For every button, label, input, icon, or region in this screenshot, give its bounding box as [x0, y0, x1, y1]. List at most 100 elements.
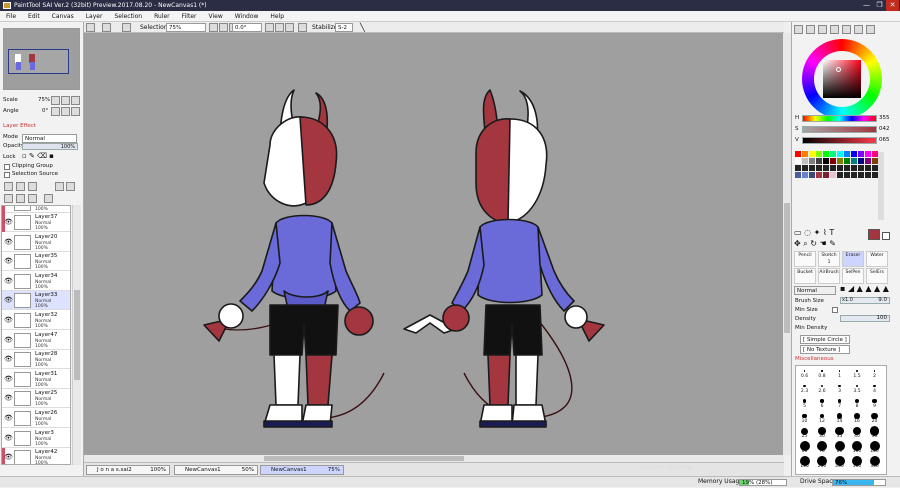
brush-size-preset[interactable]: 3.5: [849, 381, 866, 394]
color-swatch[interactable]: [858, 172, 864, 178]
eye-icon[interactable]: 👁: [4, 316, 13, 324]
brush-size-preset[interactable]: 8: [849, 396, 866, 409]
color-swatch[interactable]: [837, 151, 843, 157]
brush-size-preset[interactable]: 5: [796, 396, 813, 409]
color-swatch[interactable]: [795, 165, 801, 171]
hsv-tab-icon[interactable]: [818, 25, 827, 34]
layer-row[interactable]: 👁 Layer25 Normal 100%: [2, 389, 70, 409]
color-swatch[interactable]: [844, 172, 850, 178]
color-swatch[interactable]: [844, 151, 850, 157]
brush-texture-select[interactable]: [ No Texture ]: [800, 345, 850, 354]
eye-icon[interactable]: 👁: [4, 375, 13, 383]
text-icon[interactable]: T: [829, 228, 834, 237]
color-swatch[interactable]: [830, 151, 836, 157]
color-swatch[interactable]: [802, 165, 808, 171]
primary-color-swatch[interactable]: [868, 229, 880, 240]
layer-row[interactable]: 👁 Layer32 Normal 100%: [2, 311, 70, 330]
angle-reset-button[interactable]: [71, 107, 80, 116]
brush-size-preset[interactable]: 35: [831, 426, 848, 439]
color-swatch[interactable]: [802, 172, 808, 178]
color-swatch[interactable]: [795, 172, 801, 178]
clear-layer-button[interactable]: [28, 194, 37, 203]
zoom-select[interactable]: 75%: [166, 23, 206, 32]
canvas-area[interactable]: [84, 33, 784, 455]
brush-size-preset[interactable]: 50: [866, 426, 883, 439]
layer-row[interactable]: 👁 Layer47 Normal 100%: [2, 330, 70, 350]
secondary-color-swatch[interactable]: [882, 232, 890, 240]
menu-canvas[interactable]: Canvas: [46, 11, 80, 21]
miscellaneous-header[interactable]: Miscellaneous: [795, 356, 834, 362]
brush-size-preset[interactable]: 12: [814, 411, 831, 424]
menu-selection[interactable]: Selection: [108, 11, 148, 21]
magic-wand-icon[interactable]: ✦: [814, 228, 821, 237]
menu-view[interactable]: View: [202, 11, 228, 21]
density-slider[interactable]: 100: [840, 315, 890, 322]
brush-size-preset[interactable]: 7: [831, 396, 848, 409]
color-swatch[interactable]: [844, 158, 850, 164]
eye-icon[interactable]: 👁: [4, 218, 13, 226]
delete-layer-button[interactable]: [44, 194, 53, 203]
eye-icon[interactable]: 👁: [4, 238, 13, 246]
eye-icon[interactable]: 👁: [4, 296, 13, 304]
brush-size-preset[interactable]: 120: [866, 441, 883, 454]
sv-picker-handle[interactable]: [836, 67, 841, 72]
eye-icon[interactable]: 👁: [4, 257, 13, 265]
layer-row[interactable]: 👁 Layer31 Normal 100%: [2, 369, 70, 389]
eye-icon[interactable]: 👁: [4, 434, 13, 442]
minimize-button[interactable]: —: [860, 0, 873, 11]
eye-icon[interactable]: 👁: [4, 453, 13, 461]
tool-selers[interactable]: SelErs: [866, 268, 888, 284]
color-swatch[interactable]: [795, 158, 801, 164]
color-swatch[interactable]: [858, 165, 864, 171]
color-swatch[interactable]: [837, 165, 843, 171]
scale-fit-button[interactable]: [71, 96, 80, 105]
selection-source-checkbox[interactable]: [4, 172, 10, 178]
brush-size-preset[interactable]: 3: [831, 381, 848, 394]
layer-row[interactable]: 👁 Layer20 Normal 100%: [2, 232, 70, 252]
document-tab[interactable]: NewCanvas1 75%: [260, 465, 344, 475]
pen-icon[interactable]: ╲: [360, 22, 365, 33]
brush-size-preset[interactable]: 200: [814, 456, 831, 469]
picker-icon[interactable]: ✎: [829, 239, 836, 248]
new-vector-layer-button[interactable]: [16, 182, 25, 191]
brush-size-preset[interactable]: 70: [814, 441, 831, 454]
lasso-icon[interactable]: ◌: [804, 228, 811, 237]
layer-row[interactable]: 👁 Layer42 Normal 100%: [2, 448, 70, 464]
canvas-menu-icon[interactable]: [86, 23, 95, 32]
brush-size-slider[interactable]: x1.0 9.0: [840, 297, 890, 304]
brush-size-preset[interactable]: 1.5: [849, 366, 866, 379]
rotation-select[interactable]: 0.0°: [232, 23, 262, 32]
color-swatch[interactable]: [823, 172, 829, 178]
layer-move-down-button[interactable]: [66, 182, 75, 191]
value-slider[interactable]: [802, 137, 877, 144]
brush-size-preset[interactable]: 4: [866, 381, 883, 394]
layer-row[interactable]: 👁 Layer35 Normal 100%: [2, 252, 70, 272]
blend-mode-select[interactable]: Normal: [22, 134, 77, 143]
color-swatch[interactable]: [865, 165, 871, 171]
tool-selpen[interactable]: SelPen: [842, 268, 864, 284]
brush-size-preset[interactable]: 20: [866, 411, 883, 424]
hue-slider[interactable]: [802, 115, 877, 122]
color-swatch[interactable]: [830, 158, 836, 164]
color-swatch[interactable]: [858, 158, 864, 164]
brush-size-preset[interactable]: 6: [814, 396, 831, 409]
eye-icon[interactable]: 👁: [4, 394, 13, 402]
brush-size-preset[interactable]: 1: [831, 366, 848, 379]
layer-effect-header[interactable]: Layer Effect: [3, 123, 36, 129]
brush-size-preset[interactable]: 350: [866, 456, 883, 469]
tool-bucket[interactable]: Bucket: [794, 268, 816, 284]
color-swatch[interactable]: [809, 151, 815, 157]
color-swatch[interactable]: [816, 151, 822, 157]
vscroll-thumb[interactable]: [784, 203, 790, 333]
rotate-left-button[interactable]: [265, 23, 274, 32]
selection-visibility-icon[interactable]: [122, 23, 131, 32]
brush-size-presets[interactable]: 0.6 0.8 1 1.5 2 2.3 2.6 3 3.5 4 5 6 7 8 9 10 12 14 16 20 25 3…: [795, 365, 887, 475]
color-swatch[interactable]: [823, 165, 829, 171]
brush-size-preset[interactable]: 0.6: [796, 366, 813, 379]
selection-checkbox[interactable]: [102, 23, 111, 32]
brush-size-preset[interactable]: 14: [831, 411, 848, 424]
layer-row[interactable]: 👁 Layer3 Normal 100%: [2, 428, 70, 448]
rotate-reset-button[interactable]: [285, 23, 294, 32]
brush-size-preset[interactable]: 100: [849, 441, 866, 454]
copy-layer-button[interactable]: [4, 194, 13, 203]
